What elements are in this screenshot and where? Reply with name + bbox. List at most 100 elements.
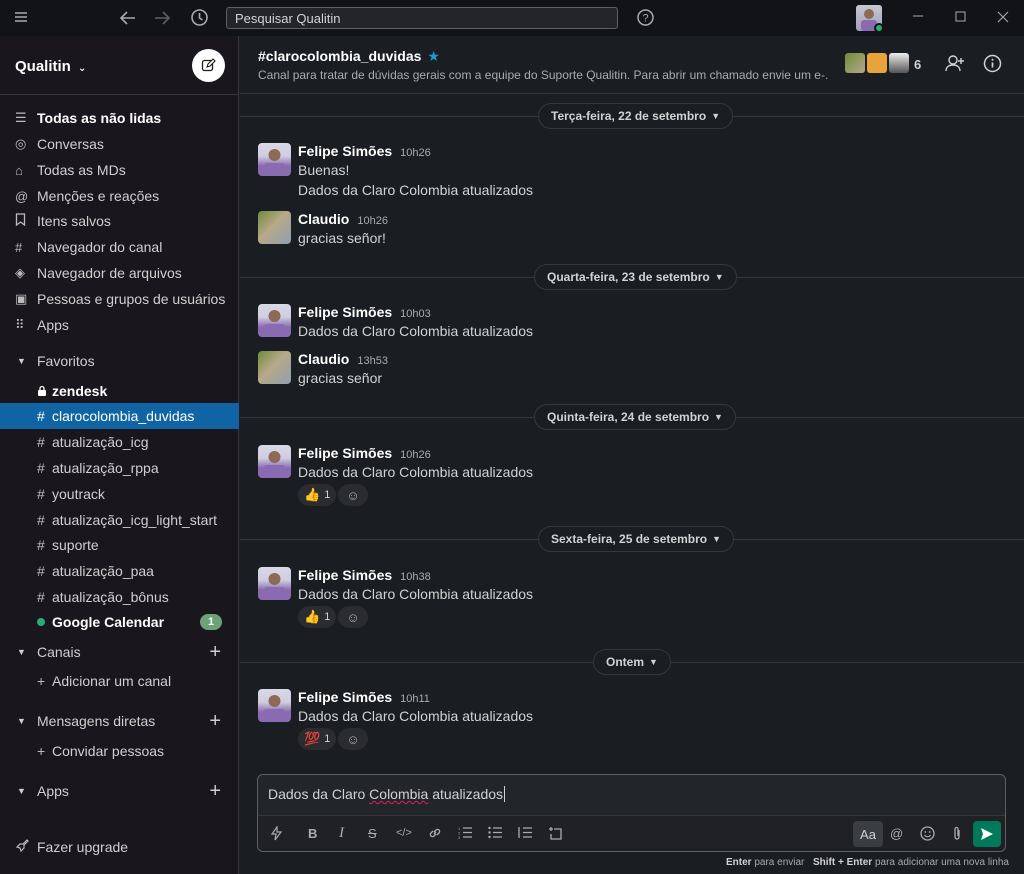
- timestamp[interactable]: 13h53: [357, 355, 388, 367]
- history-clock-icon[interactable]: [190, 8, 209, 31]
- workspace-menu[interactable]: Qualitin ⌄: [15, 58, 86, 75]
- composer-input[interactable]: Dados da Claro Colombia atualizados​: [268, 786, 506, 802]
- timestamp[interactable]: 10h26: [357, 215, 388, 227]
- author-name[interactable]: Felipe Simões: [298, 689, 392, 705]
- misspelled-word[interactable]: Colombia: [369, 786, 428, 802]
- add-dm-plus-icon[interactable]: +: [209, 710, 221, 733]
- timestamp[interactable]: 10h11: [400, 693, 430, 705]
- sidebar-channel-atualizacao-rppa[interactable]: # atualização_rppa: [0, 455, 239, 481]
- reaction-pill[interactable]: 👍 1: [298, 606, 337, 628]
- search-input[interactable]: Pesquisar Qualitin: [226, 7, 618, 29]
- info-icon[interactable]: [983, 54, 1002, 78]
- member-count[interactable]: 6: [914, 57, 921, 72]
- blockquote-icon[interactable]: [518, 826, 533, 842]
- code-block-icon[interactable]: [548, 826, 563, 843]
- sidebar-channel-zendesk[interactable]: zendesk: [0, 378, 239, 404]
- sidebar-channel-atualizacao-bonus[interactable]: # atualização_bônus: [0, 584, 239, 610]
- sidebar-channel-youtrack[interactable]: # youtrack: [0, 481, 239, 507]
- sidebar-item-people[interactable]: ▣ Pessoas e grupos de usuários: [0, 286, 239, 312]
- sidebar-channel-atualizacao-icg[interactable]: # atualização_icg: [0, 429, 239, 455]
- minimize-icon[interactable]: [912, 10, 924, 26]
- reaction-pill[interactable]: 👍 1: [298, 484, 337, 506]
- bulleted-list-icon[interactable]: [488, 826, 503, 842]
- sidebar-app-google-calendar[interactable]: Google Calendar 1: [0, 609, 239, 635]
- sidebar-channel-atualizacao-paa[interactable]: # atualização_paa: [0, 558, 239, 584]
- thumbs-up-icon: 👍: [304, 487, 321, 502]
- invite-people-link[interactable]: + Convidar pessoas: [0, 738, 239, 764]
- upgrade-link[interactable]: Fazer upgrade: [0, 834, 239, 860]
- add-app-plus-icon[interactable]: +: [209, 780, 221, 803]
- section-favorites[interactable]: ▼ Favoritos: [0, 348, 239, 374]
- send-button[interactable]: [973, 821, 1001, 847]
- message-composer[interactable]: Dados da Claro Colombia atualizados​ B I…: [257, 774, 1006, 852]
- day-pill[interactable]: Sexta-feira, 25 de setembro ▼: [538, 526, 734, 552]
- italic-icon[interactable]: I: [339, 825, 344, 842]
- sidebar-item-mentions[interactable]: @ Menções e reações: [0, 183, 239, 209]
- avatar[interactable]: [258, 143, 291, 176]
- section-apps[interactable]: ▼ Apps +: [0, 778, 239, 804]
- sidebar-item-all-dms[interactable]: ⌂ Todas as MDs: [0, 157, 239, 183]
- section-direct-messages[interactable]: ▼ Mensagens diretas +: [0, 708, 239, 734]
- user-avatar[interactable]: [856, 5, 882, 31]
- add-channel-plus-icon[interactable]: +: [209, 641, 221, 664]
- strikethrough-icon[interactable]: S: [368, 826, 377, 841]
- timestamp[interactable]: 10h26: [400, 449, 431, 461]
- formatting-toggle-button[interactable]: Aa: [853, 821, 883, 847]
- hamburger-menu-icon[interactable]: [14, 10, 28, 28]
- day-pill[interactable]: Quinta-feira, 24 de setembro ▼: [534, 404, 736, 430]
- channel-label: suporte: [52, 537, 99, 553]
- code-icon[interactable]: </>: [396, 827, 412, 839]
- author-name[interactable]: Felipe Simões: [298, 304, 392, 320]
- star-icon[interactable]: ★: [427, 48, 440, 64]
- sidebar-item-threads[interactable]: ◎ Conversas: [0, 131, 239, 157]
- avatar[interactable]: [258, 351, 291, 384]
- avatar[interactable]: [258, 211, 291, 244]
- back-arrow-icon[interactable]: [119, 9, 137, 31]
- add-reaction-icon[interactable]: ☺: [338, 484, 368, 506]
- avatar[interactable]: [258, 567, 291, 600]
- add-channel-link[interactable]: + Adicionar um canal: [0, 668, 239, 694]
- sidebar-item-saved[interactable]: Itens salvos: [0, 208, 239, 234]
- add-person-icon[interactable]: [945, 54, 965, 77]
- shortcuts-lightning-icon[interactable]: [270, 825, 283, 844]
- sidebar-channel-clarocolombia-duvidas[interactable]: # clarocolombia_duvidas: [0, 403, 239, 429]
- link-icon[interactable]: [428, 826, 442, 843]
- maximize-icon[interactable]: [955, 11, 967, 27]
- add-reaction-icon[interactable]: ☺: [338, 728, 368, 750]
- author-name[interactable]: Felipe Simões: [298, 567, 392, 583]
- timestamp[interactable]: 10h38: [400, 571, 431, 583]
- reaction-pill[interactable]: 💯 1: [298, 728, 337, 750]
- attachment-paperclip-icon[interactable]: [951, 826, 963, 844]
- author-name[interactable]: Felipe Simões: [298, 143, 392, 159]
- timestamp[interactable]: 10h03: [400, 308, 431, 320]
- timestamp[interactable]: 10h26: [400, 147, 431, 159]
- bold-icon[interactable]: B: [308, 826, 317, 841]
- author-name[interactable]: Claudio: [298, 351, 349, 367]
- avatar[interactable]: [258, 445, 291, 478]
- ordered-list-icon[interactable]: 123: [458, 826, 473, 842]
- author-name[interactable]: Claudio: [298, 211, 349, 227]
- sidebar-item-apps[interactable]: ⠿ Apps: [0, 312, 239, 338]
- member-avatars[interactable]: [845, 53, 911, 73]
- sidebar-item-all-unreads[interactable]: ☰ Todas as não lidas: [0, 105, 239, 131]
- close-icon[interactable]: [997, 11, 1009, 27]
- sidebar-channel-atualizacao-icg-light-start[interactable]: # atualização_icg_light_start: [0, 507, 239, 533]
- message-list[interactable]: Terça-feira, 22 de setembro ▼ Felipe Simõ…: [240, 95, 1024, 773]
- day-pill[interactable]: Terça-feira, 22 de setembro ▼: [538, 103, 734, 129]
- section-channels[interactable]: ▼ Canais +: [0, 639, 239, 665]
- emoji-icon[interactable]: [920, 826, 935, 844]
- mention-at-icon[interactable]: @: [890, 826, 903, 841]
- sidebar-item-channel-browser[interactable]: # Navegador do canal: [0, 234, 239, 260]
- day-pill[interactable]: Ontem ▼: [593, 649, 671, 675]
- add-reaction-icon[interactable]: ☺: [338, 606, 368, 628]
- author-name[interactable]: Felipe Simões: [298, 445, 392, 461]
- avatar[interactable]: [258, 689, 291, 722]
- sidebar-item-file-browser[interactable]: ◈ Navegador de arquivos: [0, 260, 239, 286]
- compose-button[interactable]: [192, 49, 225, 82]
- channel-title[interactable]: #clarocolombia_duvidas ★: [258, 48, 440, 65]
- avatar[interactable]: [258, 304, 291, 337]
- forward-arrow-icon[interactable]: [153, 9, 171, 31]
- sidebar-channel-suporte[interactable]: # suporte: [0, 532, 239, 558]
- help-icon[interactable]: ?: [636, 8, 655, 31]
- day-pill[interactable]: Quarta-feira, 23 de setembro ▼: [534, 264, 737, 290]
